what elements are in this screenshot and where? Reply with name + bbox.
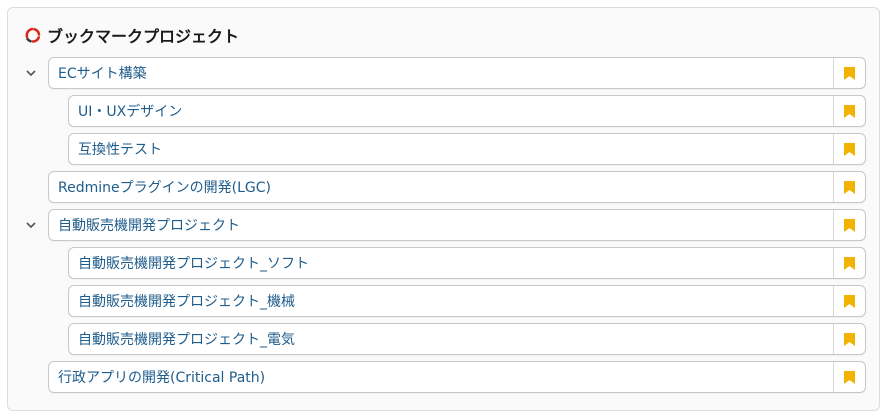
bookmark-button[interactable] [833, 286, 865, 316]
project-row: Redmineプラグインの開発(LGC) [0, 170, 866, 204]
project-card[interactable]: 互換性テスト [68, 133, 866, 165]
project-row: 自動販売機開発プロジェクト [0, 208, 866, 242]
bookmark-icon [844, 332, 855, 346]
bookmark-button[interactable] [833, 96, 865, 126]
project-card[interactable]: 自動販売機開発プロジェクト_電気 [68, 323, 866, 355]
bookmark-icon [844, 104, 855, 118]
project-card[interactable]: 自動販売機開発プロジェクト_ソフト [68, 247, 866, 279]
chevron-down-icon[interactable] [24, 208, 38, 242]
project-link[interactable]: UI・UXデザイン [69, 101, 833, 121]
project-link[interactable]: Redmineプラグインの開発(LGC) [49, 177, 833, 197]
project-card[interactable]: Redmineプラグインの開発(LGC) [48, 171, 866, 203]
project-row: ECサイト構築 [0, 56, 866, 90]
project-row: 行政アプリの開発(Critical Path) [0, 360, 866, 394]
project-row: 自動販売機開発プロジェクト_電気 [0, 322, 866, 356]
project-link[interactable]: 自動販売機開発プロジェクト_機械 [69, 291, 833, 311]
project-link[interactable]: 行政アプリの開発(Critical Path) [49, 367, 833, 387]
bookmark-button[interactable] [833, 324, 865, 354]
bookmark-icon [844, 66, 855, 80]
panel-title: ブックマークプロジェクト [47, 27, 240, 46]
bookmark-icon [844, 294, 855, 308]
bookmark-button[interactable] [833, 134, 865, 164]
project-row: 互換性テスト [0, 132, 866, 166]
project-row: UI・UXデザイン [0, 94, 866, 128]
project-link[interactable]: 自動販売機開発プロジェクト_ソフト [69, 253, 833, 273]
project-card[interactable]: ECサイト構築 [48, 57, 866, 89]
project-link[interactable]: ECサイト構築 [49, 63, 833, 83]
chevron-down-icon[interactable] [24, 56, 38, 90]
bookmark-button[interactable] [833, 58, 865, 88]
bookmark-icon [844, 218, 855, 232]
bookmark-button[interactable] [833, 248, 865, 278]
bookmark-icon [844, 142, 855, 156]
project-card[interactable]: 自動販売機開発プロジェクト_機械 [68, 285, 866, 317]
project-link[interactable]: 互換性テスト [69, 139, 833, 159]
bookmark-icon [844, 370, 855, 384]
bookmark-button[interactable] [833, 210, 865, 240]
bookmark-button[interactable] [833, 362, 865, 392]
project-card[interactable]: UI・UXデザイン [68, 95, 866, 127]
bookmark-icon [844, 180, 855, 194]
redmine-logo-icon [24, 26, 42, 44]
project-card[interactable]: 行政アプリの開発(Critical Path) [48, 361, 866, 393]
bookmark-icon [844, 256, 855, 270]
panel-header: ブックマークプロジェクト [24, 24, 239, 46]
project-card[interactable]: 自動販売機開発プロジェクト [48, 209, 866, 241]
project-link[interactable]: 自動販売機開発プロジェクト [49, 215, 833, 235]
project-row: 自動販売機開発プロジェクト_ソフト [0, 246, 866, 280]
project-link[interactable]: 自動販売機開発プロジェクト_電気 [69, 329, 833, 349]
project-row: 自動販売機開発プロジェクト_機械 [0, 284, 866, 318]
bookmark-button[interactable] [833, 172, 865, 202]
